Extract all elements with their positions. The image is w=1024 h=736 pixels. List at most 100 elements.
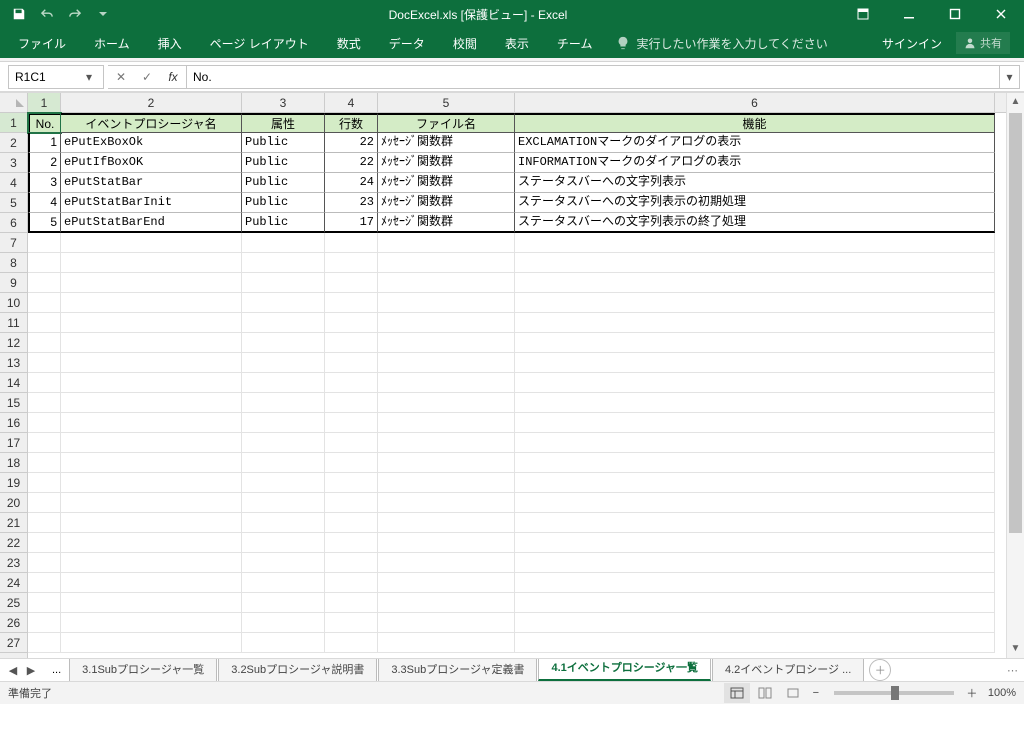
empty-cell[interactable] — [515, 313, 995, 333]
table-header-cell[interactable]: イベントプロシージャ名 — [61, 113, 242, 133]
table-cell[interactable]: 1 — [28, 133, 61, 153]
sheet-tabs-more-icon[interactable]: ⋯ — [1007, 664, 1018, 677]
empty-cell[interactable] — [378, 593, 515, 613]
empty-cell[interactable] — [378, 413, 515, 433]
empty-cell[interactable] — [325, 233, 378, 253]
empty-cell[interactable] — [242, 573, 325, 593]
empty-cell[interactable] — [515, 393, 995, 413]
empty-cell[interactable] — [61, 573, 242, 593]
row-header[interactable]: 4 — [0, 173, 27, 193]
column-header[interactable]: 4 — [325, 93, 378, 112]
empty-cell[interactable] — [28, 253, 61, 273]
empty-cell[interactable] — [242, 453, 325, 473]
table-cell[interactable]: INFORMATIONマークのダイアログの表示 — [515, 153, 995, 173]
maximize-button[interactable] — [932, 0, 978, 28]
sheet-tab[interactable]: 3.3Subプロシージャ定義書 — [378, 659, 537, 681]
row-header[interactable]: 1 — [0, 113, 27, 133]
empty-cell[interactable] — [515, 573, 995, 593]
table-header-cell[interactable]: No. — [28, 113, 61, 133]
empty-cell[interactable] — [325, 593, 378, 613]
empty-cell[interactable] — [515, 633, 995, 653]
row-header[interactable]: 13 — [0, 353, 27, 373]
empty-cell[interactable] — [61, 513, 242, 533]
empty-cell[interactable] — [378, 513, 515, 533]
empty-cell[interactable] — [325, 573, 378, 593]
row-header[interactable]: 18 — [0, 453, 27, 473]
empty-cell[interactable] — [515, 513, 995, 533]
table-cell[interactable]: ePutStatBar — [61, 173, 242, 193]
empty-cell[interactable] — [515, 453, 995, 473]
scroll-up-icon[interactable]: ▲ — [1007, 93, 1024, 111]
row-header[interactable]: 20 — [0, 493, 27, 513]
column-header[interactable]: 3 — [242, 93, 325, 112]
empty-cell[interactable] — [378, 253, 515, 273]
new-sheet-button[interactable]: ＋ — [869, 659, 891, 681]
table-cell[interactable]: 3 — [28, 173, 61, 193]
table-cell[interactable]: ﾒｯｾｰｼﾞ関数群 — [378, 193, 515, 213]
empty-cell[interactable] — [61, 473, 242, 493]
empty-cell[interactable] — [242, 513, 325, 533]
empty-cell[interactable] — [242, 613, 325, 633]
row-header[interactable]: 23 — [0, 553, 27, 573]
table-cell[interactable]: 23 — [325, 193, 378, 213]
empty-cell[interactable] — [28, 373, 61, 393]
signin-link[interactable]: サインイン — [882, 35, 942, 52]
cancel-formula-button[interactable]: ✕ — [108, 66, 134, 88]
row-header[interactable]: 15 — [0, 393, 27, 413]
empty-cell[interactable] — [242, 313, 325, 333]
empty-cell[interactable] — [325, 513, 378, 533]
empty-cell[interactable] — [242, 493, 325, 513]
empty-cell[interactable] — [378, 633, 515, 653]
table-cell[interactable]: 17 — [325, 213, 378, 233]
table-cell[interactable]: 2 — [28, 153, 61, 173]
empty-cell[interactable] — [515, 253, 995, 273]
empty-cell[interactable] — [378, 333, 515, 353]
empty-cell[interactable] — [61, 453, 242, 473]
save-icon[interactable] — [6, 2, 32, 26]
empty-cell[interactable] — [378, 393, 515, 413]
empty-cell[interactable] — [325, 253, 378, 273]
zoom-out-button[interactable]: − — [808, 687, 824, 699]
share-button[interactable]: 共有 — [956, 32, 1010, 54]
empty-cell[interactable] — [28, 493, 61, 513]
empty-cell[interactable] — [515, 293, 995, 313]
empty-cell[interactable] — [378, 493, 515, 513]
empty-cell[interactable] — [28, 333, 61, 353]
table-cell[interactable]: EXCLAMATIONマークのダイアログの表示 — [515, 133, 995, 153]
fx-button[interactable]: fx — [160, 66, 186, 88]
column-header[interactable]: 5 — [378, 93, 515, 112]
empty-cell[interactable] — [28, 273, 61, 293]
empty-cell[interactable] — [61, 273, 242, 293]
empty-cell[interactable] — [28, 353, 61, 373]
empty-cell[interactable] — [61, 493, 242, 513]
empty-cell[interactable] — [515, 473, 995, 493]
empty-cell[interactable] — [61, 553, 242, 573]
empty-cell[interactable] — [28, 593, 61, 613]
close-button[interactable] — [978, 0, 1024, 28]
empty-cell[interactable] — [515, 613, 995, 633]
empty-cell[interactable] — [515, 413, 995, 433]
empty-cell[interactable] — [515, 553, 995, 573]
empty-cell[interactable] — [28, 453, 61, 473]
empty-cell[interactable] — [378, 293, 515, 313]
table-cell[interactable]: ステータスバーへの文字列表示 — [515, 173, 995, 193]
empty-cell[interactable] — [515, 333, 995, 353]
empty-cell[interactable] — [378, 573, 515, 593]
table-cell[interactable]: Public — [242, 213, 325, 233]
row-header[interactable]: 6 — [0, 213, 27, 233]
empty-cell[interactable] — [378, 433, 515, 453]
row-header[interactable]: 21 — [0, 513, 27, 533]
column-header[interactable]: 2 — [61, 93, 242, 112]
name-box[interactable]: ▾ — [8, 65, 104, 89]
empty-cell[interactable] — [378, 613, 515, 633]
row-header[interactable]: 8 — [0, 253, 27, 273]
table-cell[interactable]: ﾒｯｾｰｼﾞ関数群 — [378, 153, 515, 173]
empty-cell[interactable] — [515, 373, 995, 393]
zoom-in-button[interactable]: ＋ — [964, 685, 980, 701]
empty-cell[interactable] — [515, 273, 995, 293]
empty-cell[interactable] — [61, 293, 242, 313]
empty-cell[interactable] — [378, 553, 515, 573]
scroll-thumb[interactable] — [1009, 113, 1022, 533]
table-header-cell[interactable]: ファイル名 — [378, 113, 515, 133]
table-cell[interactable]: Public — [242, 173, 325, 193]
